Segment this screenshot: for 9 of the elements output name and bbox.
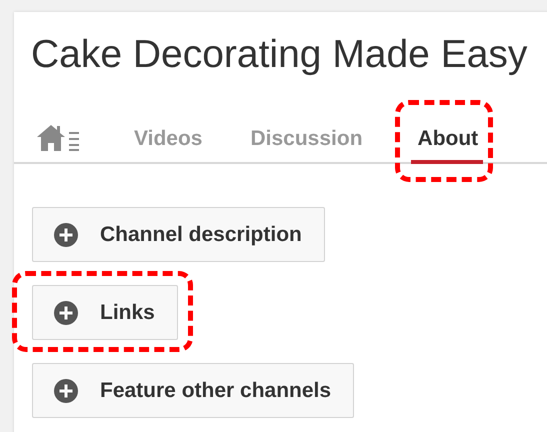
channel-tab[interactable]: About [410,114,484,164]
add-section-button[interactable]: Channel description [32,207,325,262]
plus-icon [54,300,78,324]
channel-title: Cake Decorating Made Easy [30,32,528,78]
plus-icon [54,378,78,402]
home-icon [36,123,80,151]
add-section-button[interactable]: Feature other channels [32,363,354,418]
plus-icon [54,222,78,246]
add-section-button[interactable]: Links [32,285,178,340]
